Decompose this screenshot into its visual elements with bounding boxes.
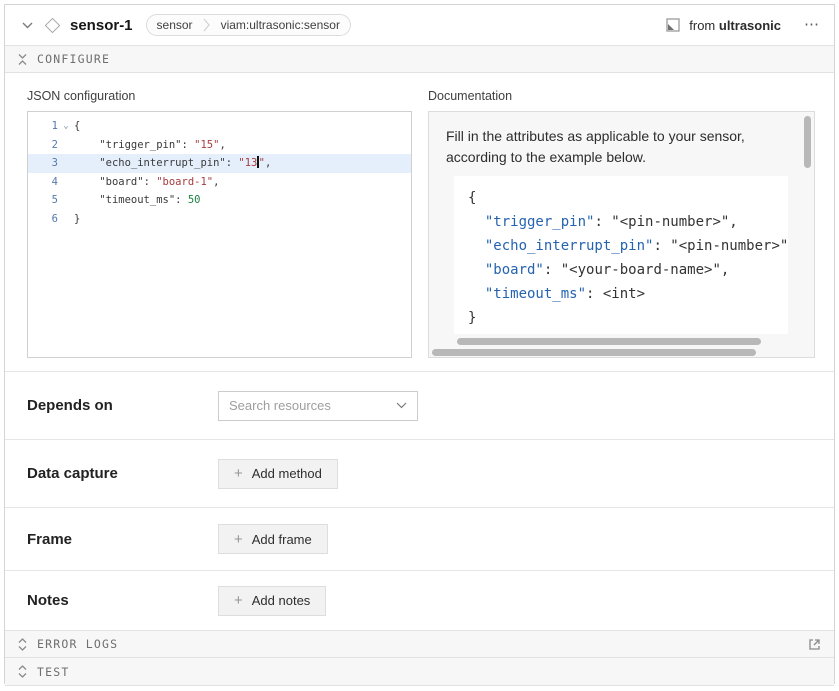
expand-section-icon (18, 665, 27, 678)
editor-line[interactable]: 3 "echo_interrupt_pin": "13", (28, 154, 411, 173)
editor-line[interactable]: 6} (28, 210, 411, 229)
fold-gutter (58, 210, 74, 229)
expand-section-icon (18, 638, 27, 651)
fold-gutter (58, 173, 74, 192)
line-number: 5 (28, 191, 58, 210)
module-name: ultrasonic (719, 18, 781, 33)
depends-on-placeholder: Search resources (229, 398, 396, 413)
documentation-column: Documentation Fill in the attributes as … (428, 89, 815, 358)
code-text: "board": "board-1", (74, 173, 411, 192)
component-header: sensor-1 sensor viam:ultrasonic:sensor f… (5, 5, 834, 45)
configure-section-bar[interactable]: CONFIGURE (5, 45, 834, 73)
component-settings-rows: Depends on Search resources Data capture… (5, 371, 834, 630)
notes-row: Notes + Add notes (5, 570, 834, 630)
from-module-label: from ultrasonic (689, 18, 781, 33)
fold-gutter (58, 191, 74, 210)
doc-vertical-scrollbar[interactable] (804, 116, 811, 168)
add-frame-button[interactable]: + Add frame (218, 524, 328, 554)
editor-line[interactable]: 5 "timeout_ms": 50 (28, 191, 411, 210)
json-config-label: JSON configuration (27, 89, 412, 103)
component-type-model-badge: sensor viam:ultrasonic:sensor (146, 14, 351, 36)
doc-code-line: "trigger_pin": "<pin-number>", (468, 210, 788, 234)
line-number: 6 (28, 210, 58, 229)
data-capture-row: Data capture + Add method (5, 439, 834, 507)
editor-line[interactable]: 2 "trigger_pin": "15", (28, 136, 411, 155)
test-title: TEST (37, 665, 821, 679)
plus-icon: + (234, 466, 243, 481)
plus-icon: + (234, 532, 243, 547)
line-number: 1 (28, 117, 58, 136)
doc-code-line: "timeout_ms": <int> (468, 282, 788, 306)
doc-code-line: } (468, 306, 788, 330)
doc-horizontal-scrollbar[interactable] (432, 349, 756, 356)
error-logs-section-bar[interactable]: ERROR LOGS (5, 630, 834, 658)
fold-chevron-icon[interactable]: ⌄ (58, 117, 74, 136)
json-config-column: JSON configuration 1⌄{2 "trigger_pin": "… (27, 89, 412, 358)
code-horizontal-scrollbar[interactable] (457, 338, 761, 345)
editor-line[interactable]: 4 "board": "board-1", (28, 173, 411, 192)
doc-code-line: "board": "<your-board-name>", (468, 258, 788, 282)
editor-line[interactable]: 1⌄{ (28, 117, 411, 136)
collapse-section-icon (18, 53, 27, 66)
doc-code-line: "echo_interrupt_pin": "<pin-number>" (468, 234, 788, 258)
data-capture-label: Data capture (27, 465, 218, 482)
model-badge: viam:ultrasonic:sensor (211, 18, 350, 32)
plus-icon: + (234, 593, 243, 608)
component-menu-button[interactable]: ⋯ (804, 20, 820, 30)
error-logs-title: ERROR LOGS (37, 637, 798, 651)
line-number: 2 (28, 136, 58, 155)
component-name: sensor-1 (70, 17, 133, 34)
depends-on-label: Depends on (27, 397, 218, 414)
notes-label: Notes (27, 592, 218, 609)
depends-on-select[interactable]: Search resources (218, 391, 418, 421)
fold-gutter (58, 154, 74, 173)
add-notes-button[interactable]: + Add notes (218, 586, 326, 616)
fold-gutter (58, 136, 74, 155)
configure-title: CONFIGURE (37, 52, 821, 66)
collapse-component-button[interactable] (19, 17, 35, 33)
documentation-intro: Fill in the attributes as applicable to … (429, 112, 814, 168)
documentation-panel: Fill in the attributes as applicable to … (428, 111, 815, 358)
depends-on-row: Depends on Search resources (5, 371, 834, 439)
configure-content: JSON configuration 1⌄{2 "trigger_pin": "… (5, 73, 834, 358)
line-number: 3 (28, 154, 58, 173)
badge-separator-chevron-icon (203, 14, 211, 36)
add-method-button[interactable]: + Add method (218, 459, 338, 489)
code-text: { (74, 117, 411, 136)
type-badge: sensor (147, 18, 203, 32)
test-section-bar[interactable]: TEST (5, 658, 834, 686)
chevron-down-icon (396, 402, 407, 409)
component-card: sensor-1 sensor viam:ultrasonic:sensor f… (4, 4, 835, 684)
chevron-down-icon (22, 22, 33, 29)
frame-label: Frame (27, 531, 218, 548)
documentation-code-example: { "trigger_pin": "<pin-number>", "echo_i… (454, 176, 788, 334)
code-text: "trigger_pin": "15", (74, 136, 411, 155)
code-text: "timeout_ms": 50 (74, 191, 411, 210)
json-editor[interactable]: 1⌄{2 "trigger_pin": "15",3 "echo_interru… (27, 111, 412, 358)
line-number: 4 (28, 173, 58, 192)
component-diamond-icon (45, 17, 61, 33)
open-external-icon[interactable] (808, 638, 821, 651)
documentation-label: Documentation (428, 89, 815, 103)
doc-code-line: { (468, 186, 788, 210)
code-text: } (74, 210, 411, 229)
frame-row: Frame + Add frame (5, 507, 834, 570)
code-text: "echo_interrupt_pin": "13", (74, 154, 411, 173)
module-icon (666, 18, 680, 32)
